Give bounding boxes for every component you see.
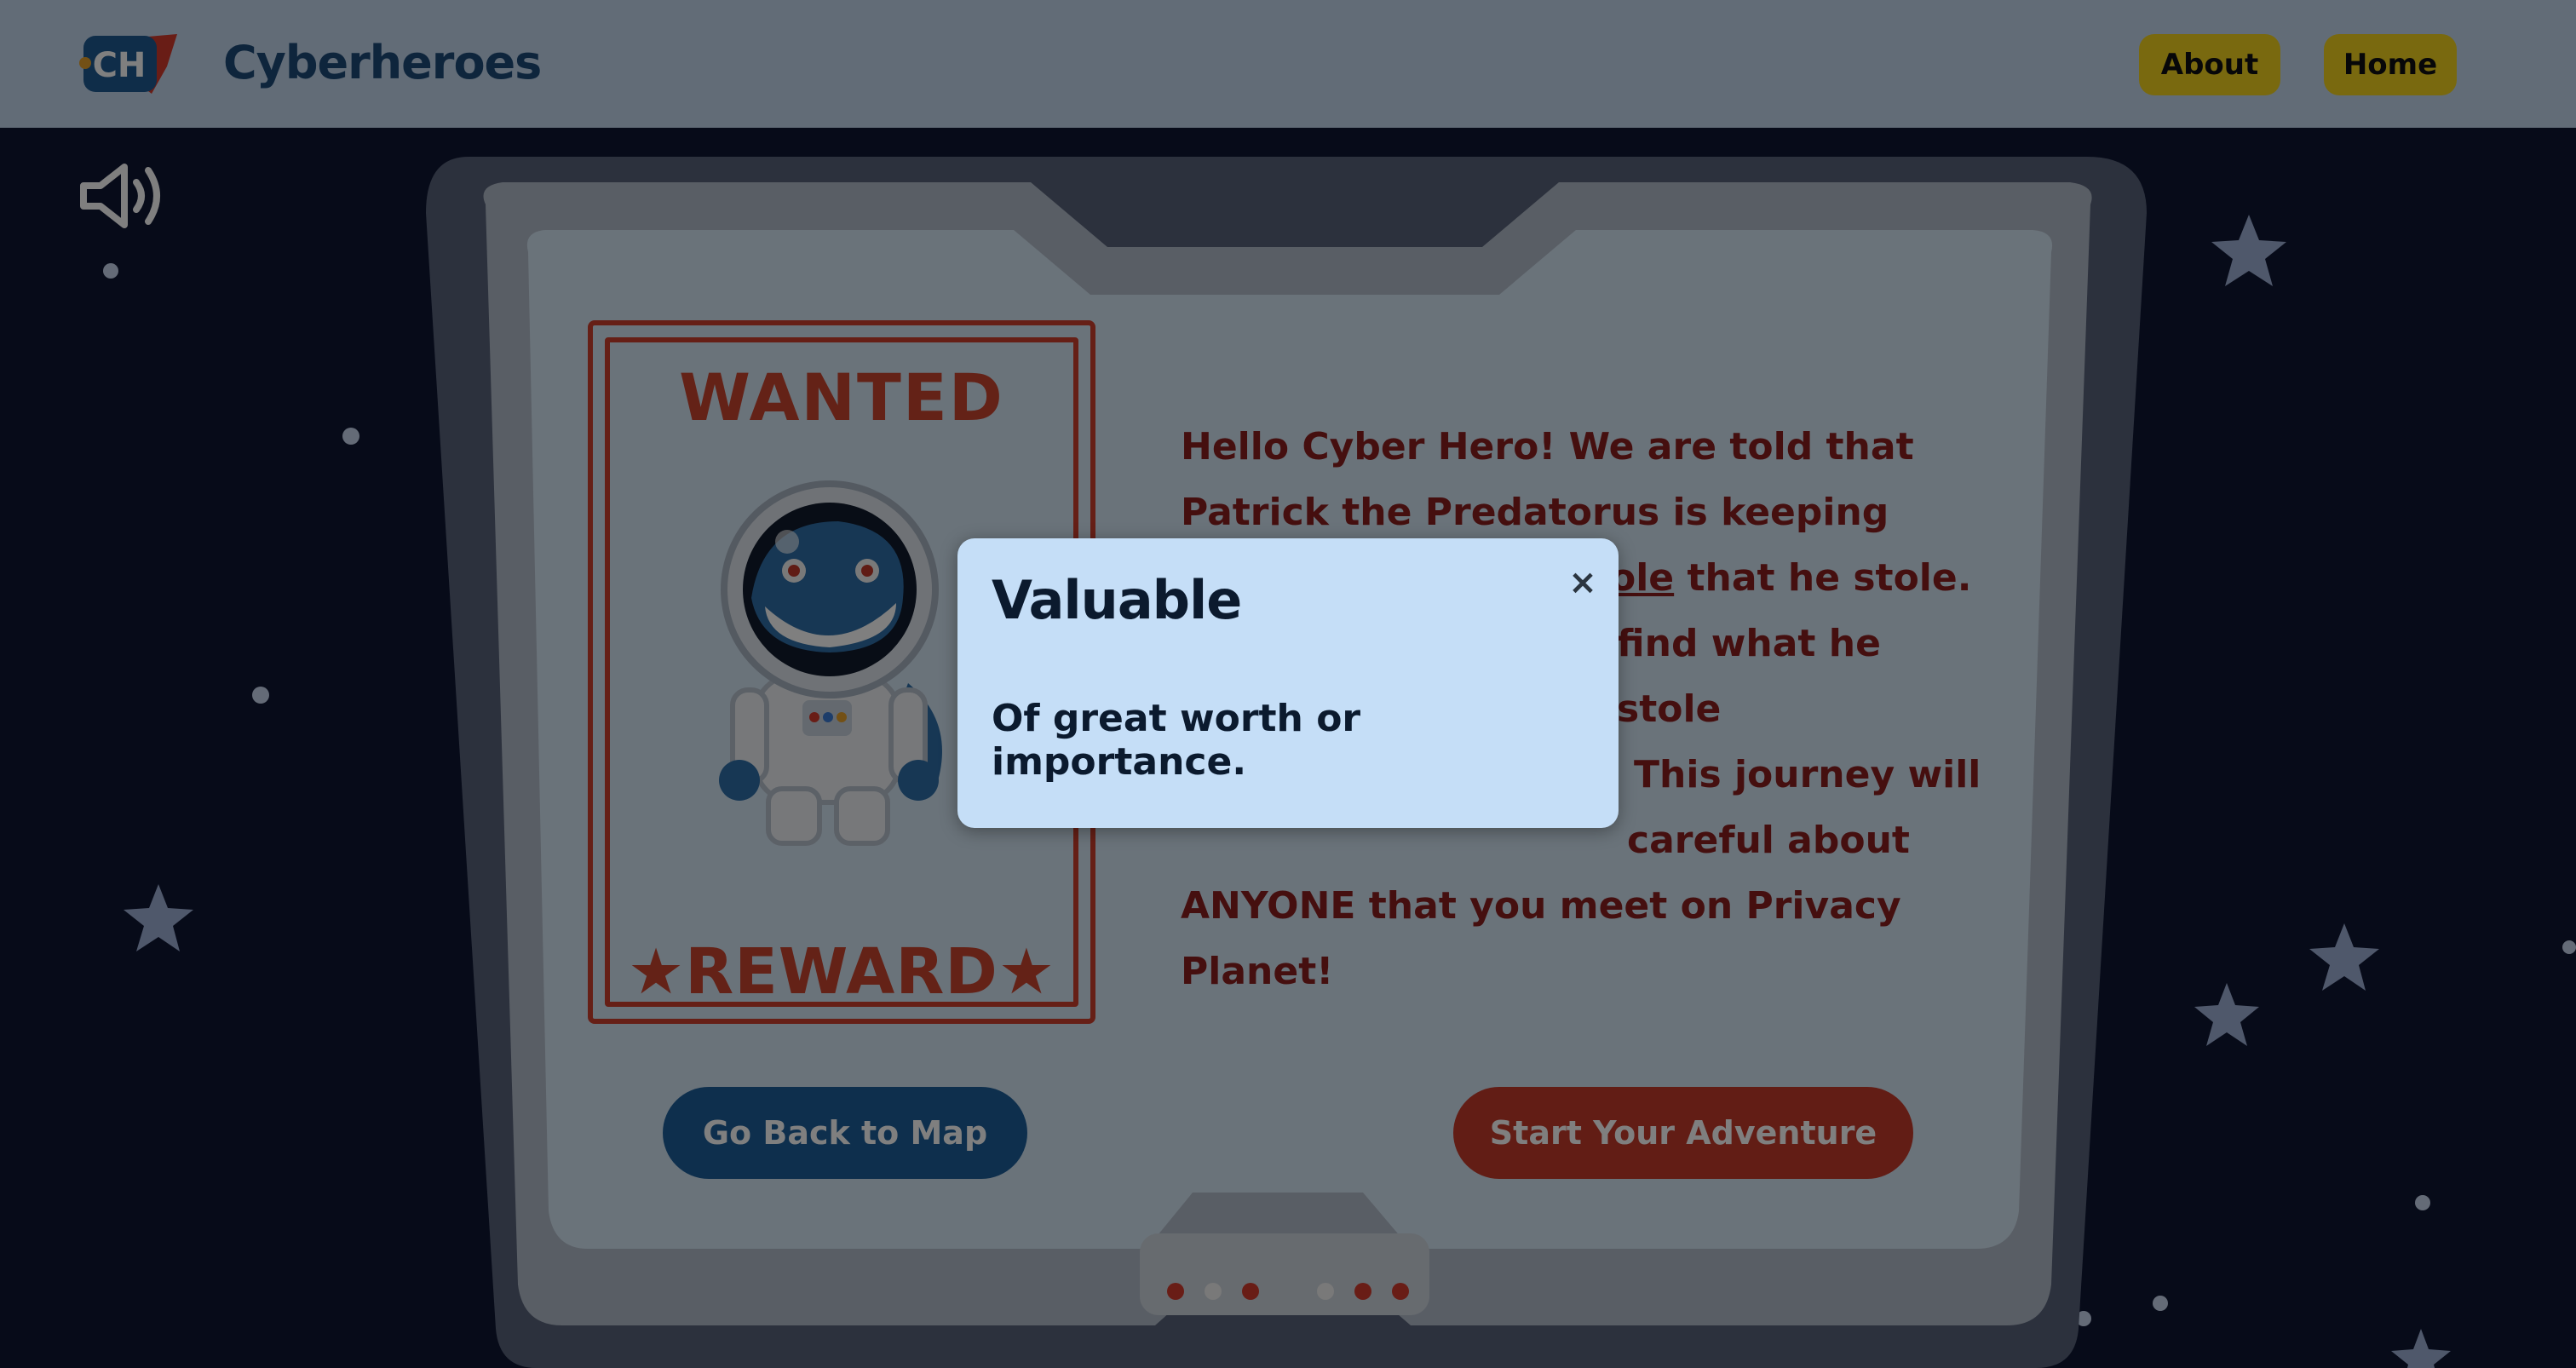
modal-definition-text: Of great worth or importance. [992,697,1361,784]
close-icon[interactable]: × [1564,564,1601,601]
modal-title: Valuable [992,569,1242,631]
definition-modal: Valuable × Of great worth or importance. [957,538,1619,828]
